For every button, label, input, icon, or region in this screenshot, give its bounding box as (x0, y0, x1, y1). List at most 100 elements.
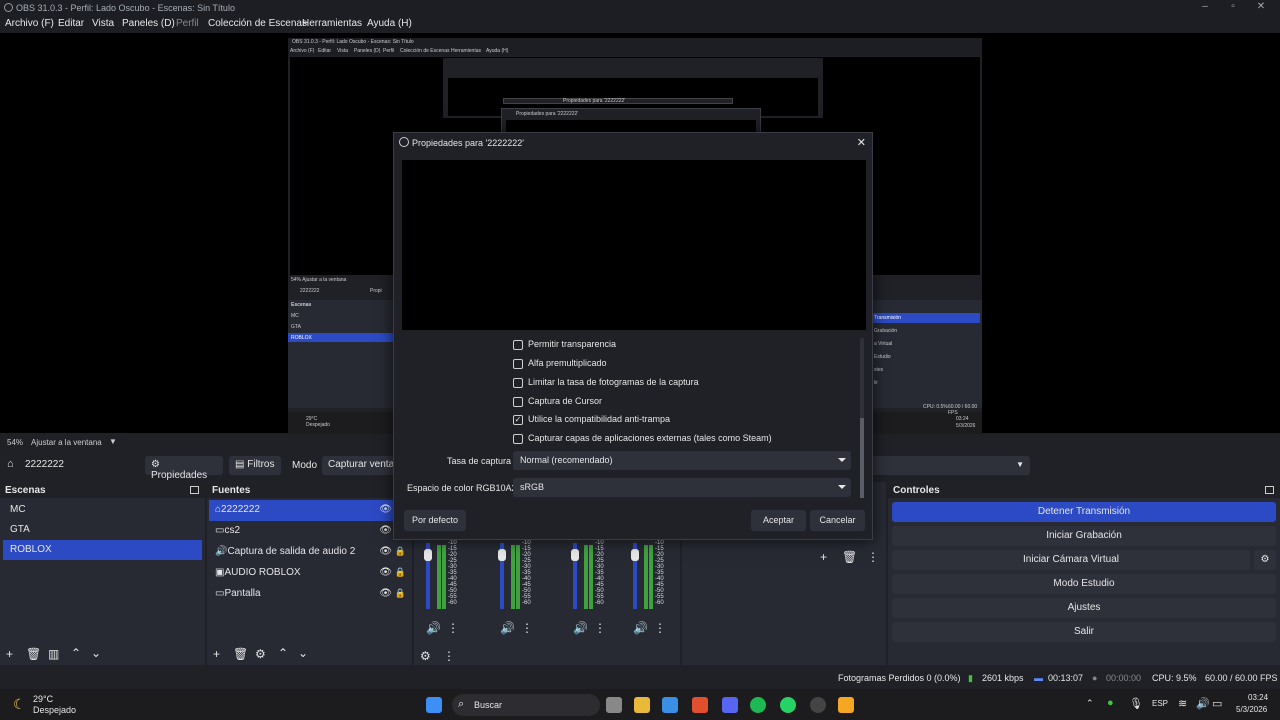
volume-slider-handle[interactable] (571, 549, 579, 561)
lock-icon[interactable]: 🔒 (395, 588, 406, 599)
file-explorer-icon[interactable] (634, 697, 650, 713)
more-options-icon[interactable]: ⋮ (447, 621, 459, 635)
popout-icon[interactable] (190, 486, 199, 494)
checkbox-box[interactable] (513, 359, 523, 369)
close-icon[interactable]: ✕ (857, 136, 866, 149)
capture-rate-select[interactable]: Normal (recomendado) (513, 451, 851, 470)
speaker-icon[interactable]: 🔊 (426, 621, 441, 635)
studio-mode-button[interactable]: Modo Estudio (892, 574, 1276, 594)
brave-icon[interactable] (692, 697, 708, 713)
menu-paneles[interactable]: Paneles (D) (122, 18, 175, 29)
start-recording-button[interactable]: Iniciar Grabación (892, 526, 1276, 546)
cancel-button[interactable]: Cancelar (810, 510, 865, 531)
checkbox-box[interactable] (513, 340, 523, 350)
lock-icon[interactable]: 🔒 (395, 567, 406, 578)
source-item-audio-output[interactable]: 🔊Captura de salida de audio 2 👁 🔒 (209, 542, 410, 563)
source-item-2222222[interactable]: ⌂2222222 👁 (209, 500, 410, 521)
eye-icon[interactable]: 👁 (379, 567, 392, 578)
volume-slider-handle[interactable] (631, 549, 639, 561)
obs-taskbar-icon[interactable] (810, 697, 826, 713)
scene-item-roblox[interactable]: ROBLOX (3, 540, 202, 560)
color-space-select[interactable]: sRGB (513, 478, 851, 497)
more-options-icon[interactable]: ⋮ (867, 550, 879, 564)
add-scene-button[interactable]: + (6, 647, 13, 661)
volume-slider-handle[interactable] (424, 549, 432, 561)
chevron-up-icon[interactable]: ⌃ (1086, 698, 1094, 709)
windows-start-icon[interactable] (426, 697, 442, 713)
speaker-icon[interactable]: 🔊 (633, 621, 648, 635)
remove-source-icon[interactable]: 🗑 (233, 647, 248, 661)
more-options-icon[interactable]: ⋮ (654, 621, 666, 635)
menu-archivo[interactable]: Archivo (F) (5, 18, 54, 29)
store-icon[interactable] (662, 697, 678, 713)
task-view-icon[interactable] (606, 697, 622, 713)
zoom-fit[interactable]: Ajustar a la ventana (31, 438, 102, 447)
checkbox-checked-icon[interactable]: ✓ (513, 415, 523, 425)
volume-slider-handle[interactable] (498, 549, 506, 561)
whatsapp-icon[interactable] (780, 697, 796, 713)
wifi-icon[interactable]: ≋ (1178, 697, 1187, 710)
menu-vista[interactable]: Vista (92, 18, 114, 29)
scene-item-mc[interactable]: MC (3, 500, 202, 520)
more-options-icon[interactable]: ⋮ (443, 649, 455, 663)
eye-icon[interactable]: 👁 (379, 588, 392, 599)
remove-transition-icon[interactable]: 🗑 (842, 550, 857, 564)
stop-streaming-button[interactable]: Detener Transmisión (892, 502, 1276, 522)
scene-filters-icon[interactable]: ▥ (48, 647, 59, 661)
clock-date[interactable]: 5/3/2026 (1236, 705, 1267, 714)
filters-button[interactable]: ▤ Filtros (229, 456, 281, 475)
speaker-icon[interactable]: 🔊 (573, 621, 588, 635)
scene-item-gta[interactable]: GTA (3, 520, 202, 540)
checkbox-box[interactable] (513, 434, 523, 444)
source-item-audio-roblox[interactable]: ▣AUDIO ROBLOX 👁 🔒 (209, 563, 410, 584)
defaults-button[interactable]: Por defecto (404, 510, 466, 531)
minimize-button[interactable]: – (1198, 1, 1212, 13)
clock-time[interactable]: 03:24 (1248, 693, 1268, 702)
eye-icon[interactable]: 👁 (379, 504, 392, 515)
spotify-icon[interactable] (750, 697, 766, 713)
menu-perfil[interactable]: Perfil (176, 18, 199, 29)
add-source-button[interactable]: + (213, 647, 220, 661)
app-icon[interactable] (838, 697, 854, 713)
menu-editar[interactable]: Editar (58, 18, 84, 29)
language-indicator[interactable]: ESP (1152, 699, 1168, 708)
close-window-button[interactable]: ✕ (1254, 1, 1268, 13)
lock-icon[interactable]: 🔒 (395, 546, 406, 557)
remove-scene-icon[interactable]: 🗑 (26, 647, 41, 661)
maximize-button[interactable]: ▫ (1226, 1, 1240, 13)
discord-icon[interactable] (722, 697, 738, 713)
more-options-icon[interactable]: ⋮ (594, 621, 606, 635)
menu-herramientas[interactable]: Herramientas (302, 18, 362, 29)
menu-ayuda[interactable]: Ayuda (H) (367, 18, 412, 29)
move-up-icon[interactable]: ⌃ (71, 646, 81, 660)
eye-icon[interactable]: 👁 (379, 525, 392, 536)
more-options-icon[interactable]: ⋮ (521, 621, 533, 635)
zoom-dropdown-icon[interactable]: ▼ (109, 437, 117, 446)
move-down-icon[interactable]: ⌄ (91, 646, 101, 660)
checkbox-box[interactable] (513, 397, 523, 407)
source-item-pantalla[interactable]: ▭Pantalla 👁 🔒 (209, 584, 410, 605)
accept-button[interactable]: Aceptar (751, 510, 806, 531)
mixer-settings-icon[interactable]: ⚙ (420, 649, 431, 663)
menu-coleccion[interactable]: Colección de Escenas (208, 18, 307, 29)
move-down-icon[interactable]: ⌄ (298, 646, 308, 660)
eye-icon[interactable]: 👁 (379, 546, 392, 557)
settings-button[interactable]: Ajustes (892, 598, 1276, 618)
move-up-icon[interactable]: ⌃ (278, 646, 288, 660)
speaker-icon[interactable]: 🔊 (500, 621, 515, 635)
source-settings-icon[interactable]: ⚙ (255, 647, 266, 661)
checkbox-box[interactable] (513, 378, 523, 388)
source-item-cs2[interactable]: ▭cs2 👁 (209, 521, 410, 542)
gear-icon[interactable]: ⚙ (1254, 550, 1276, 570)
scrollbar-thumb[interactable] (860, 418, 864, 498)
battery-icon[interactable]: ▭ (1212, 697, 1222, 710)
microphone-icon[interactable]: 🎙 (1129, 697, 1143, 710)
popout-icon[interactable] (1265, 486, 1274, 494)
add-transition-button[interactable]: + (820, 550, 827, 564)
start-virtual-camera-button[interactable]: Iniciar Cámara Virtual (892, 550, 1250, 570)
properties-button[interactable]: ⚙ Propiedades (145, 456, 223, 481)
taskbar-search[interactable]: ⌕ Buscar (452, 694, 600, 716)
tray-icon[interactable]: ● (1107, 697, 1114, 709)
exit-button[interactable]: Salir (892, 622, 1276, 642)
volume-icon[interactable]: 🔊 (1196, 697, 1210, 710)
